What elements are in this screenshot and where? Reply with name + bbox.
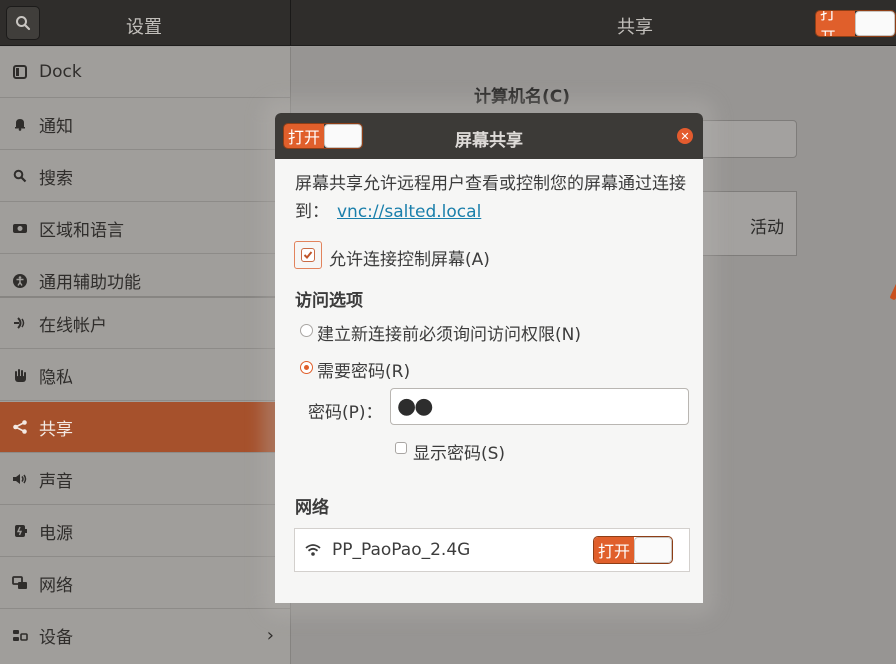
- dock-icon: [10, 65, 30, 79]
- speaker-icon: [10, 472, 30, 486]
- accessibility-icon: [10, 273, 30, 289]
- screen-sharing-toggle[interactable]: 打开: [283, 123, 364, 149]
- sidebar-item-privacy[interactable]: 隐私: [0, 350, 290, 401]
- allow-control-checkbox[interactable]: [294, 241, 322, 269]
- sidebar-item-sound[interactable]: 声音: [0, 454, 290, 505]
- service-status: 活动: [750, 218, 784, 238]
- check-icon: [303, 251, 313, 259]
- network-icon: [10, 576, 30, 590]
- sidebar-item-devices[interactable]: 设备 ›: [0, 610, 290, 661]
- sidebar-item-label: 搜索: [39, 168, 73, 189]
- toggle-on-label: 打开: [816, 11, 855, 36]
- sidebar-item-dock[interactable]: Dock: [0, 47, 290, 98]
- devices-icon: [10, 629, 30, 643]
- search-icon: [16, 16, 31, 31]
- search-button[interactable]: [6, 6, 40, 40]
- toggle-knob: [854, 11, 895, 36]
- bell-icon: [10, 117, 30, 131]
- allow-control-label[interactable]: 允许连接控制屏幕(A): [329, 245, 490, 270]
- sidebar-item-label: Dock: [39, 62, 82, 82]
- checkbox-box: [301, 248, 315, 262]
- sidebar-item-sharing[interactable]: 共享: [0, 402, 290, 453]
- radio-require-password-label[interactable]: 需要密码(R): [317, 357, 410, 382]
- sidebar-item-label: 电源: [39, 523, 73, 544]
- sidebar-item-label: 共享: [39, 419, 73, 440]
- search-icon: [10, 169, 30, 183]
- sharing-master-toggle[interactable]: 打开: [815, 10, 896, 37]
- panel-header: 共享: [291, 0, 896, 46]
- network-heading: 网络: [295, 498, 329, 518]
- chevron-right-icon: ›: [266, 625, 274, 646]
- sidebar-item-label: 在线帐户: [39, 315, 107, 336]
- radio-ask-access-label[interactable]: 建立新连接前必须询问访问权限(N): [317, 320, 581, 345]
- sidebar-item-online-accounts[interactable]: 在线帐户: [0, 298, 290, 349]
- sidebar-item-label: 声音: [39, 471, 73, 492]
- toggle-knob: [634, 537, 673, 563]
- password-label: 密码(P)：: [308, 403, 383, 423]
- close-icon: ✕: [680, 129, 690, 143]
- wifi-icon: [305, 542, 321, 562]
- screen-sharing-dialog: 屏幕共享 ✕ 打开 屏幕共享允许远程用户查看或控制您的屏幕通过连接到： vnc:/…: [275, 113, 703, 603]
- network-toggle[interactable]: 打开: [593, 536, 674, 564]
- sidebar-item-network[interactable]: 网络: [0, 558, 290, 609]
- vnc-link[interactable]: vnc://salted.local: [337, 202, 481, 222]
- sidebar-item-label: 通用辅助功能: [39, 273, 141, 293]
- access-options-heading: 访问选项: [295, 291, 363, 311]
- sidebar-item-power[interactable]: 电源: [0, 506, 290, 557]
- sidebar-item-region[interactable]: 区域和语言: [0, 203, 290, 254]
- sidebar-item-notifications[interactable]: 通知: [0, 99, 290, 150]
- sidebar-item-label: 区域和语言: [39, 220, 124, 241]
- share-icon: [10, 419, 30, 435]
- network-name: PP_PaoPao_2.4G: [332, 540, 471, 560]
- sidebar-item-label: 网络: [39, 575, 73, 596]
- show-password-checkbox[interactable]: [395, 442, 407, 454]
- radio-require-password[interactable]: [300, 361, 313, 374]
- online-accounts-icon: [10, 316, 30, 330]
- close-button[interactable]: ✕: [677, 128, 693, 144]
- password-field[interactable]: ●●: [390, 388, 689, 425]
- camera-icon: [10, 222, 30, 234]
- hand-icon: [10, 368, 30, 383]
- radio-ask-access[interactable]: [300, 324, 313, 337]
- sidebar-item-label: 隐私: [39, 367, 73, 388]
- toggle-on-label: 打开: [594, 537, 635, 563]
- settings-title: 设置: [126, 17, 162, 38]
- dialog-description: 屏幕共享允许远程用户查看或控制您的屏幕通过连接到： vnc://salted.lo…: [295, 170, 695, 226]
- settings-sidebar: Dock 通知 搜索 区域和语言 通用辅助功能 在线帐户 隐私 共享 声音 电源…: [0, 47, 290, 664]
- panel-title: 共享: [617, 17, 653, 38]
- toggle-knob: [324, 124, 363, 148]
- sidebar-item-search[interactable]: 搜索: [0, 151, 290, 202]
- network-list: PP_PaoPao_2.4G 打开: [294, 528, 690, 572]
- sidebar-item-label: 设备: [39, 628, 73, 648]
- sidebar-item-label: 通知: [39, 116, 73, 137]
- show-password-label[interactable]: 显示密码(S): [413, 439, 505, 464]
- power-icon: [10, 523, 30, 539]
- toggle-on-label: 打开: [284, 124, 325, 148]
- sidebar-header: 设置: [0, 0, 290, 46]
